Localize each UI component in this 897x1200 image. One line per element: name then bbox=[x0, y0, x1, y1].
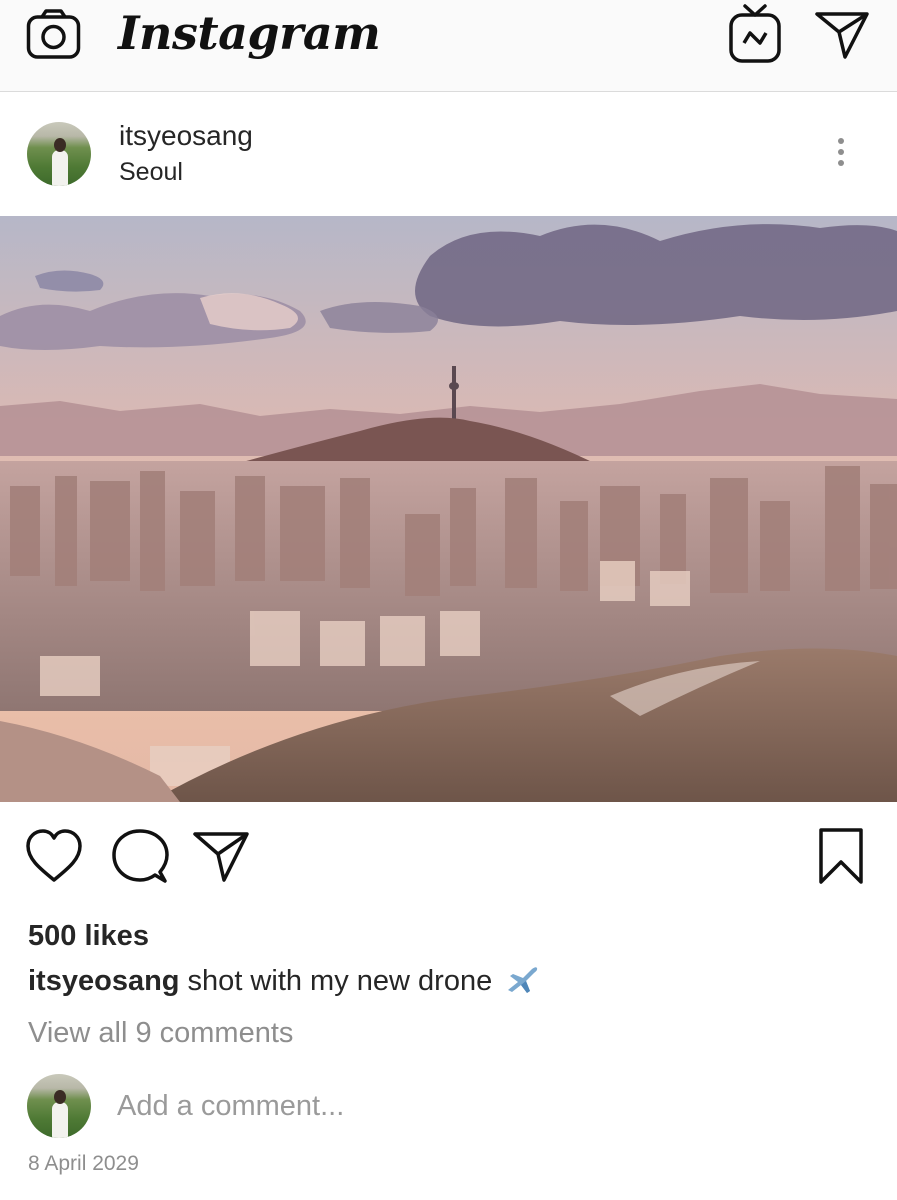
more-options-icon[interactable] bbox=[826, 132, 856, 172]
post-location[interactable]: Seoul bbox=[119, 158, 183, 187]
caption-username[interactable]: itsyeosang bbox=[28, 965, 180, 997]
post-header: itsyeosang Seoul bbox=[0, 92, 897, 216]
avatar-figure bbox=[52, 1102, 68, 1138]
current-user-avatar bbox=[27, 1074, 91, 1138]
avatar-figure-head bbox=[54, 138, 66, 152]
save-button[interactable] bbox=[814, 826, 870, 888]
paper-plane-icon bbox=[193, 832, 249, 882]
instagram-logo: Instagram bbox=[118, 6, 381, 60]
user-avatar[interactable] bbox=[27, 122, 91, 186]
post-username[interactable]: itsyeosang bbox=[119, 120, 253, 152]
post-date: 8 April 2029 bbox=[28, 1152, 139, 1175]
view-all-comments-link[interactable]: View all 9 comments bbox=[28, 1017, 293, 1050]
add-comment-row bbox=[0, 1070, 897, 1146]
seoul-skyline-image bbox=[0, 216, 897, 802]
direct-message-icon[interactable] bbox=[814, 10, 870, 60]
igtv-icon[interactable] bbox=[728, 2, 782, 64]
share-button[interactable] bbox=[192, 826, 252, 888]
more-dot bbox=[838, 149, 844, 155]
comment-icon bbox=[112, 829, 169, 883]
camera-icon[interactable] bbox=[26, 8, 82, 60]
add-comment-input[interactable] bbox=[117, 1084, 817, 1128]
post-caption: itsyeosang shot with my new drone bbox=[28, 964, 540, 998]
airplane-emoji-icon bbox=[504, 964, 540, 994]
avatar-figure bbox=[52, 150, 68, 186]
heart-icon bbox=[26, 829, 82, 882]
avatar-figure-head bbox=[54, 1090, 66, 1104]
more-dot bbox=[838, 138, 844, 144]
post-photo[interactable] bbox=[0, 216, 897, 802]
bookmark-icon bbox=[819, 828, 863, 884]
likes-count[interactable]: 500 likes bbox=[28, 920, 149, 953]
comment-button[interactable] bbox=[110, 826, 170, 888]
like-button[interactable] bbox=[24, 826, 88, 888]
app-header: Instagram bbox=[0, 0, 897, 92]
more-dot bbox=[838, 160, 844, 166]
caption-text: shot with my new drone bbox=[179, 965, 493, 997]
